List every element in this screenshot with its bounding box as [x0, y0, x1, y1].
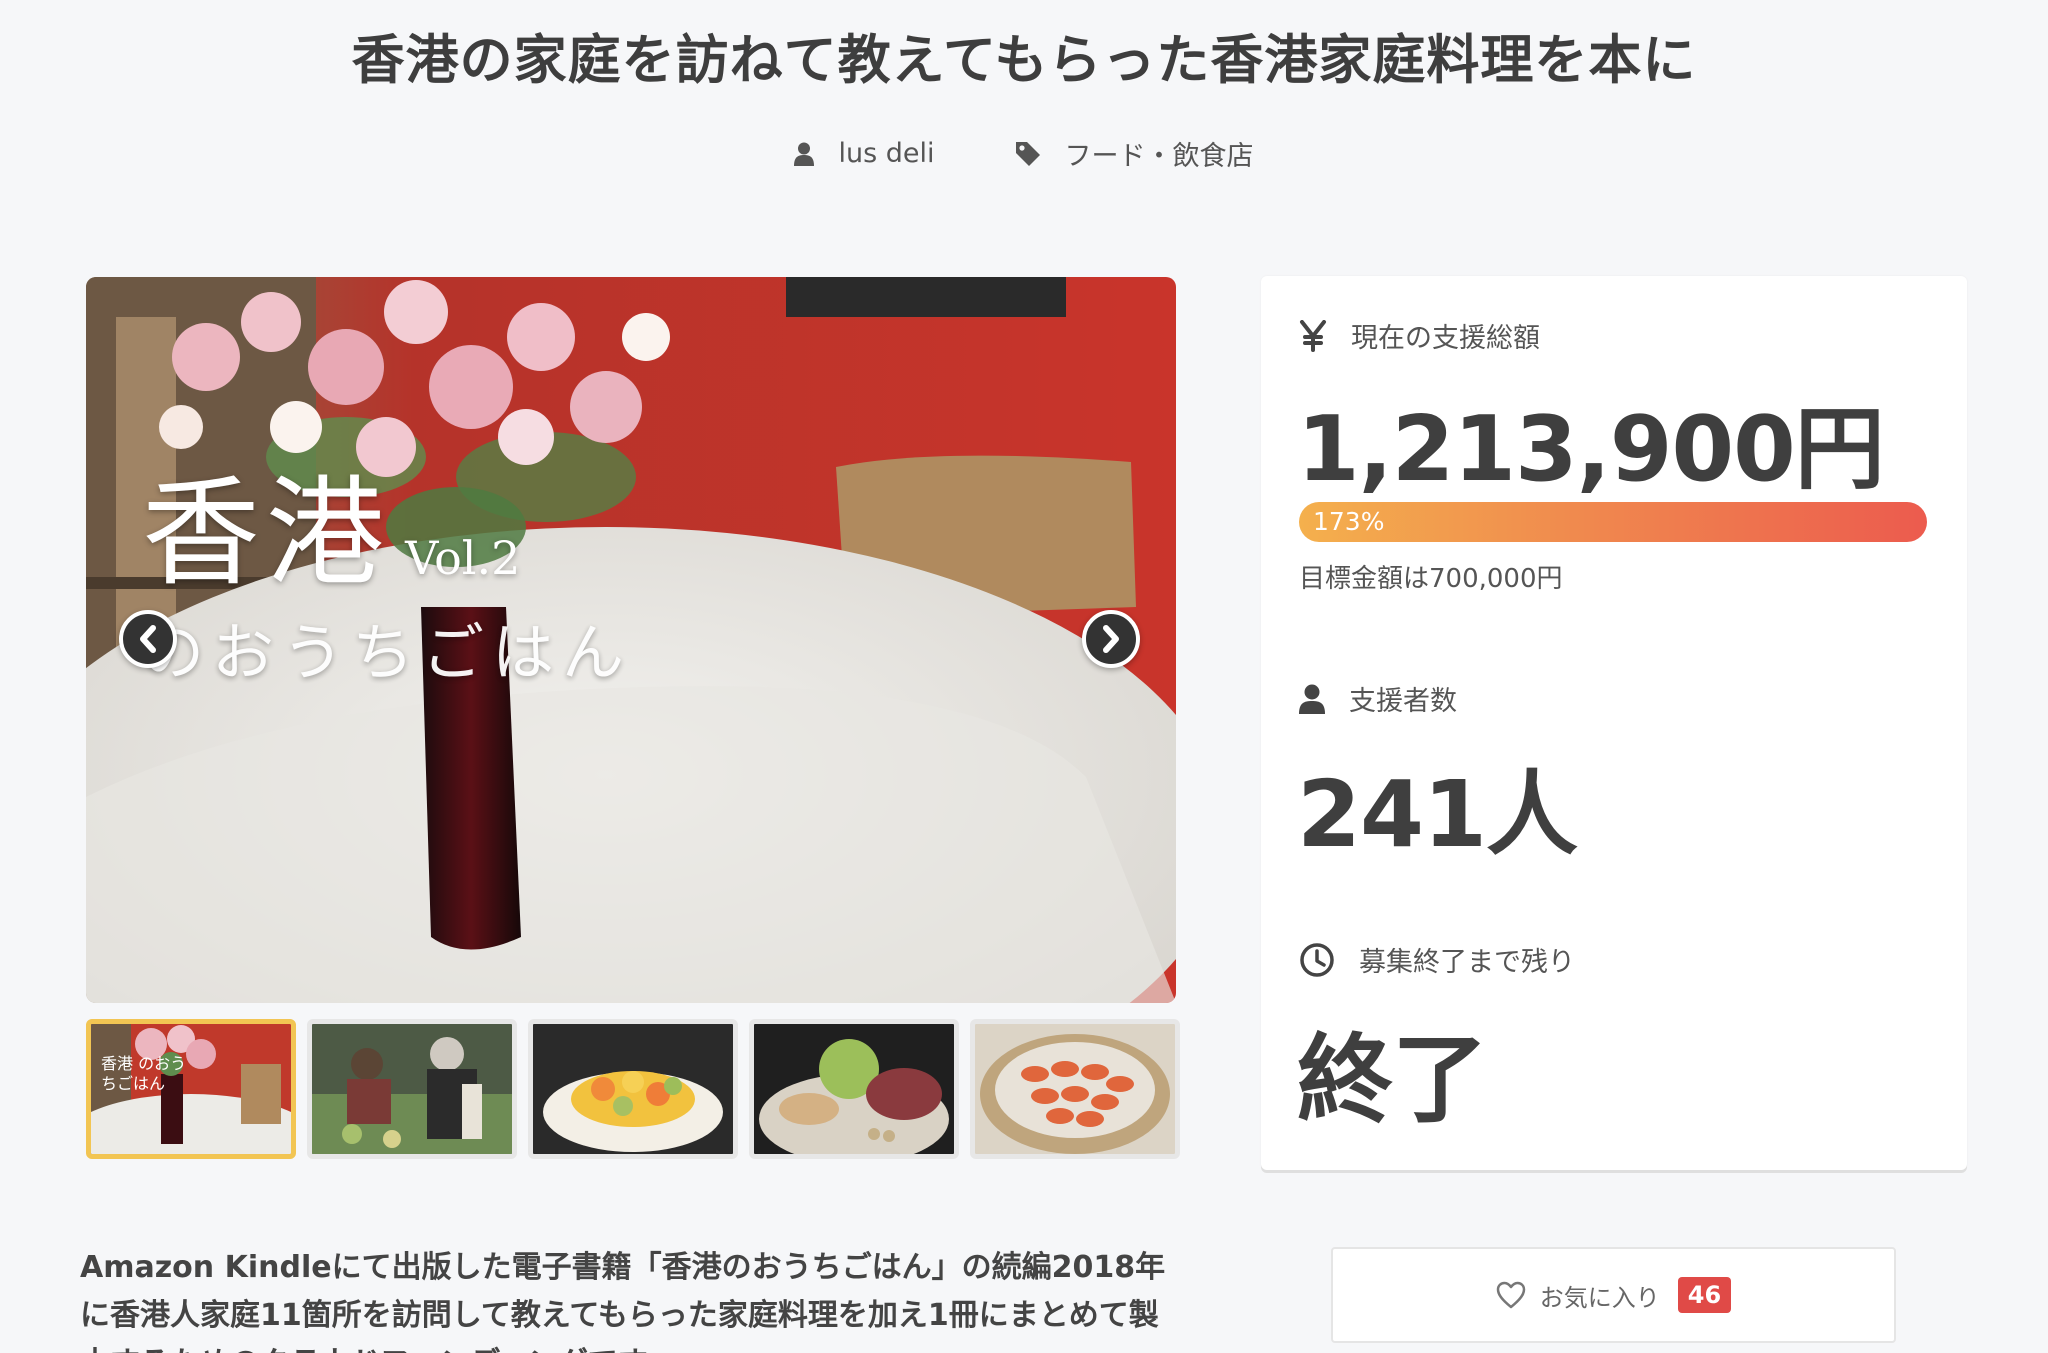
hero-title-sub: のおうちごはん	[142, 616, 633, 689]
thumbnail-5[interactable]	[970, 1019, 1180, 1159]
author-name: lus deli	[838, 138, 935, 169]
author-link[interactable]: lus deli	[794, 138, 935, 169]
goal-amount: 目標金額は700,000円	[1299, 564, 1563, 594]
funding-stats-card: 現在の支援総額 1,213,900円 173% 目標金額は700,000円 支援…	[1261, 276, 1967, 1170]
slider-prev-button[interactable]	[119, 610, 177, 668]
project-description: Amazon Kindleにて出版した電子書籍「香港のおうちごはん」の続編201…	[80, 1250, 1166, 1353]
clock-icon	[1300, 942, 1334, 977]
slider-next-button[interactable]	[1082, 610, 1140, 668]
total-amount-value: 1,213,900円	[1297, 397, 1885, 502]
chevron-left-icon	[140, 625, 156, 653]
chevron-right-icon	[1103, 625, 1119, 653]
user-icon	[794, 142, 815, 166]
yen-icon	[1300, 319, 1326, 352]
total-amount-label: 現在の支援総額	[1299, 316, 1540, 355]
favorite-count: 46	[1677, 1277, 1732, 1313]
category-name: フード・飲食店	[1064, 141, 1254, 172]
favorite-label: お気に入り	[1539, 1283, 1660, 1312]
tag-icon	[1015, 141, 1040, 166]
remaining-value: 終了	[1297, 1024, 1488, 1136]
backers-label: 支援者数	[1299, 679, 1457, 718]
thumbnail-2[interactable]	[307, 1019, 517, 1159]
project-meta: lus deli フード・飲食店	[0, 134, 2048, 173]
thumbnail-strip: 香港 のおうちごはん	[86, 1019, 1180, 1159]
heart-icon	[1496, 1281, 1526, 1309]
progress-percent: 173%	[1313, 507, 1385, 536]
page-title: 香港の家庭を訪ねて教えてもらった香港家庭料理を本に	[351, 30, 1697, 91]
backers-value: 241人	[1297, 761, 1578, 868]
funding-progress-bar: 173%	[1299, 502, 1927, 542]
thumbnail-3[interactable]	[528, 1019, 738, 1159]
thumbnail-1[interactable]: 香港 のおうちごはん	[86, 1019, 296, 1159]
category-link[interactable]: フード・飲食店	[1015, 134, 1254, 173]
user-icon	[1299, 684, 1325, 714]
remaining-label: 募集終了まで残り	[1299, 940, 1575, 979]
hero-overlay-title: 香港 Vol.2 のおうちごはん	[142, 437, 632, 692]
favorite-button[interactable]: お気に入り 46	[1331, 1247, 1896, 1343]
main-image-slider[interactable]: 香港 Vol.2 のおうちごはん	[86, 277, 1176, 1003]
thumbnail-4[interactable]	[749, 1019, 959, 1159]
hero-title-main: 香港	[142, 464, 391, 602]
hero-title-vol: Vol.2	[405, 531, 521, 585]
project-page: 香港の家庭を訪ねて教えてもらった香港家庭料理を本に lus deli フード・飲…	[0, 0, 2048, 1353]
thumbnail-1-caption: 香港 のおうちごはん	[101, 1054, 187, 1093]
